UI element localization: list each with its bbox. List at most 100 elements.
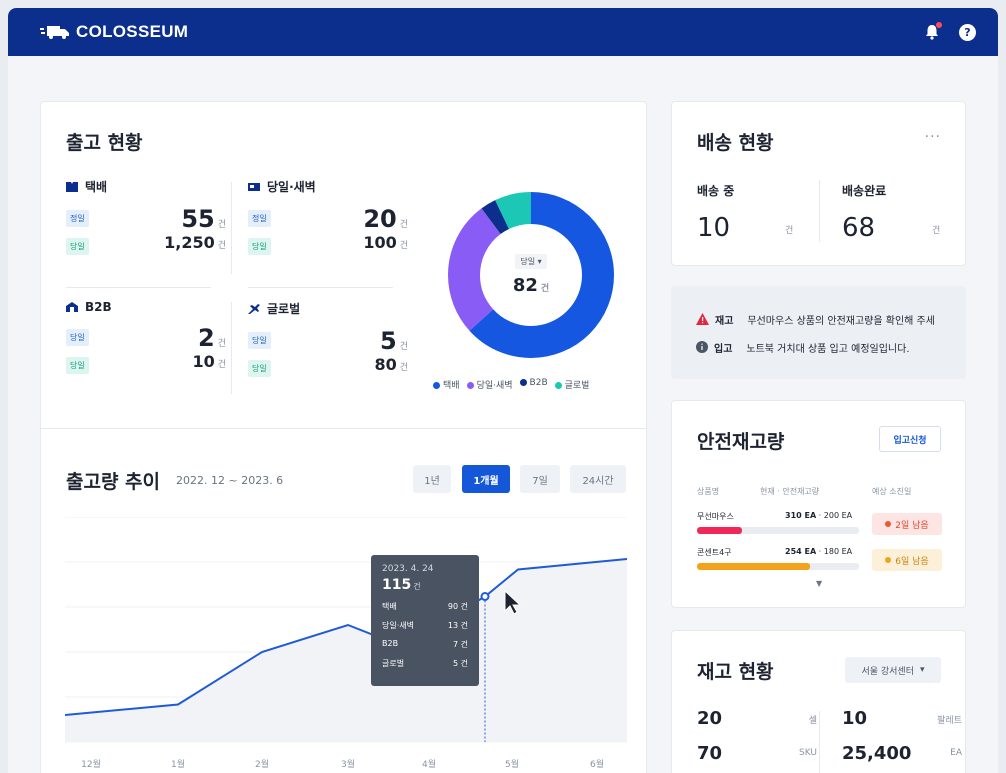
count-unit: 건 bbox=[399, 220, 408, 230]
count-value: 5 bbox=[380, 327, 397, 355]
current-qty: 310 EA bbox=[785, 511, 817, 520]
legend-label: 글로벌 bbox=[564, 381, 590, 391]
warehouse-select[interactable]: 서울 강서센터 ▾ bbox=[845, 657, 941, 683]
stock-values: 254 EA · 180 EA bbox=[785, 547, 853, 556]
donut-legend: 택배 당일·새벽 B2B 글로벌 bbox=[433, 378, 589, 391]
badge-text: 2일 남음 bbox=[895, 520, 929, 531]
trend-title: 출고량 추이 bbox=[66, 471, 161, 493]
status-pill: 정일 bbox=[248, 209, 271, 227]
info-icon bbox=[696, 341, 708, 353]
current-qty: 254 EA bbox=[785, 547, 817, 556]
building-icon bbox=[66, 302, 78, 312]
stat-value: 10 bbox=[842, 708, 868, 729]
stat-value: 25,400 bbox=[842, 743, 912, 764]
stat-unit: 건 bbox=[785, 226, 794, 236]
range-24h-button[interactable]: 24시간 bbox=[570, 465, 626, 493]
expand-chevron-icon[interactable]: ▼ bbox=[816, 579, 822, 588]
plane-icon bbox=[248, 303, 260, 314]
notification-bell-icon[interactable] bbox=[923, 22, 942, 41]
legend-item[interactable]: 택배 bbox=[433, 378, 460, 391]
status-pill: 당일 bbox=[248, 359, 271, 377]
product-name: 콘센트4구 bbox=[697, 548, 732, 557]
notice-tag: 재고 bbox=[715, 315, 734, 327]
stock-level-fill bbox=[697, 527, 743, 534]
range-7d-button[interactable]: 7일 bbox=[520, 465, 560, 493]
range-1y-button[interactable]: 1년 bbox=[413, 465, 451, 493]
count-unit: 건 bbox=[217, 360, 226, 370]
count-unit: 건 bbox=[399, 363, 408, 373]
shipment-donut-chart: 당일 ▾ 82 건 bbox=[446, 190, 616, 360]
top-bar: COLOSSEUM ? bbox=[8, 8, 998, 56]
stat-unit: SKU bbox=[799, 748, 817, 758]
warehouse-label: 서울 강서센터 bbox=[861, 666, 914, 677]
shipment-status-card: 출고 현황 택배 정일 55 건 당일 1,250 건 당일·새벽 정일 20 건 당일 10… bbox=[40, 101, 647, 429]
divider bbox=[231, 302, 232, 394]
app-frame: COLOSSEUM ? 출고 현황 택배 정일 55 건 당일 1,250 건 당일·새… bbox=[8, 8, 998, 773]
legend-item[interactable]: B2B bbox=[519, 378, 548, 391]
tooltip-row-value: 7 건 bbox=[453, 640, 468, 649]
safety-qty: 180 EA bbox=[823, 547, 853, 556]
inventory-title: 재고 현황 bbox=[697, 661, 774, 683]
stat-unit: 셀 bbox=[808, 716, 817, 726]
notice-row[interactable]: 입고 노트북 거치대 상품 입고 예정일입니다. bbox=[696, 339, 966, 355]
notice-row[interactable]: 재고 무선마우스 상품의 안전재고량을 확인해 주세 bbox=[696, 311, 966, 327]
tooltip-row: 택배 90 건 bbox=[382, 601, 468, 612]
column-header: 상품명 bbox=[697, 487, 720, 496]
count-unit: 건 bbox=[217, 220, 226, 230]
brand-logo[interactable]: COLOSSEUM bbox=[40, 22, 188, 42]
column-header: 현재 · 안전재고량 bbox=[760, 487, 820, 496]
count-unit: 건 bbox=[217, 339, 226, 349]
tooltip-row-label: 글로벌 bbox=[382, 659, 405, 668]
status-pill: 정일 bbox=[66, 209, 89, 227]
x-tick-label: 4월 bbox=[422, 758, 436, 770]
range-1m-button[interactable]: 1개월 bbox=[462, 465, 510, 493]
series-area bbox=[65, 559, 627, 742]
shipment-title: 출고 현황 bbox=[66, 132, 143, 154]
legend-label: B2B bbox=[529, 378, 548, 388]
stat-value: 70 bbox=[697, 743, 723, 764]
tooltip-row: 당일·새벽 13 건 bbox=[382, 620, 468, 631]
stat-unit: 팔레트 bbox=[937, 716, 962, 726]
legend-item[interactable]: 당일·새벽 bbox=[466, 378, 513, 391]
inventory-stat: 70 SKU bbox=[697, 743, 817, 764]
truck-logo-icon bbox=[40, 26, 69, 39]
x-tick-label: 12월 bbox=[81, 758, 101, 770]
group-parcel: 택배 정일 55 건 당일 1,250 건 bbox=[66, 178, 226, 259]
inventory-status-card: 재고 현황 서울 강서센터 ▾ 20 셀 10 팔레트 70 SKU 25,400 EA bbox=[671, 630, 966, 773]
mouse-cursor-icon bbox=[504, 589, 522, 615]
column-header: 예상 소진일 bbox=[872, 487, 912, 496]
safety-qty: 200 EA bbox=[823, 511, 853, 520]
x-tick-label: 1월 bbox=[171, 758, 185, 770]
notice-text: 노트북 거치대 상품 입고 예정일입니다. bbox=[746, 343, 910, 355]
stock-level-bar bbox=[697, 527, 859, 534]
delivered-stat: 배송완료 68 건 bbox=[842, 182, 962, 243]
trend-line-chart: 12월 1월 2월 3월 4월 5월 6월 bbox=[65, 517, 627, 770]
highlight-point[interactable] bbox=[480, 592, 490, 601]
stat-unit: 건 bbox=[932, 226, 941, 236]
inventory-stat: 10 팔레트 bbox=[842, 708, 962, 729]
legend-swatch bbox=[519, 379, 527, 386]
product-name: 무선마우스 bbox=[697, 512, 734, 521]
status-pill: 당일 bbox=[66, 356, 89, 374]
count-value: 10 bbox=[192, 352, 215, 371]
tooltip-row-value: 90 건 bbox=[447, 602, 468, 611]
brand-name: COLOSSEUM bbox=[76, 22, 189, 41]
legend-item[interactable]: 글로벌 bbox=[554, 378, 590, 391]
legend-swatch bbox=[433, 382, 440, 389]
help-icon[interactable]: ? bbox=[959, 23, 976, 41]
more-options-icon[interactable]: ··· bbox=[925, 129, 941, 145]
group-global: 글로벌 당일 5 건 당일 80 건 bbox=[248, 300, 408, 381]
tooltip-row: 글로벌 5 건 bbox=[382, 658, 468, 669]
group-label: B2B bbox=[85, 300, 112, 314]
notification-dot bbox=[936, 22, 942, 28]
chart-tooltip: 2023. 4. 24 115 건 택배 90 건 당일·새벽 13 건 B2B 7 건… bbox=[371, 555, 479, 686]
count-value: 55 bbox=[181, 205, 215, 233]
safety-stock-card: 안전재고량 입고신청 상품명 현재 · 안전재고량 예상 소진일 무선마우스 3… bbox=[671, 400, 966, 608]
notice-panel: 재고 무선마우스 상품의 안전재고량을 확인해 주세 입고 노트북 거치대 상품… bbox=[671, 286, 966, 379]
stock-request-button[interactable]: 입고신청 bbox=[879, 426, 941, 452]
donut-selector[interactable]: 당일 ▾ bbox=[515, 254, 547, 269]
x-tick-label: 5월 bbox=[505, 758, 519, 770]
divider bbox=[248, 287, 393, 288]
tooltip-row-label: 당일·새벽 bbox=[382, 621, 414, 630]
tooltip-row-value: 5 건 bbox=[453, 659, 468, 668]
